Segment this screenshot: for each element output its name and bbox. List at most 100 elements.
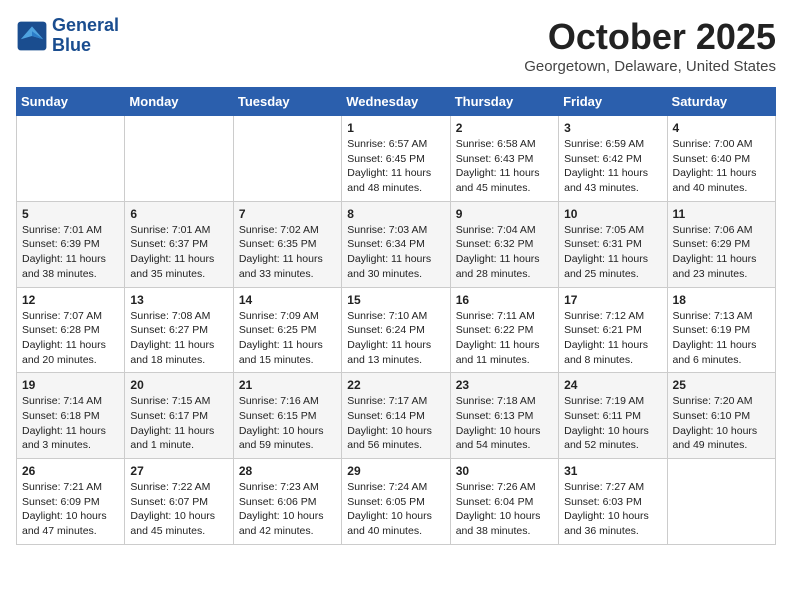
calendar-cell: 3Sunrise: 6:59 AM Sunset: 6:42 PM Daylig… — [559, 116, 667, 202]
calendar-cell: 12 Sunrise: 7:07 AM Sunset: 6:28 PM Dayli… — [17, 287, 125, 373]
day-info: Sunrise: 7:10 AM Sunset: 6:24 PM Dayligh… — [347, 309, 444, 368]
calendar-cell: 13 Sunrise: 7:08 AM Sunset: 6:27 PM Dayli… — [125, 287, 233, 373]
day-number: 5 — [22, 207, 119, 221]
day-number: 19 — [22, 378, 119, 392]
weekday-header-thursday: Thursday — [450, 88, 558, 116]
calendar-cell: 5 Sunrise: 7:01 AM Sunset: 6:39 PM Daylig… — [17, 201, 125, 287]
calendar-cell: 10 Sunrise: 7:05 AM Sunset: 6:31 PM Dayli… — [559, 201, 667, 287]
day-info: Sunrise: 7:22 AM Sunset: 6:07 PM Dayligh… — [130, 480, 227, 539]
day-number: 4 — [673, 121, 770, 135]
day-number: 16 — [456, 293, 553, 307]
calendar-cell: 18 Sunrise: 7:13 AM Sunset: 6:19 PM Dayli… — [667, 287, 775, 373]
day-number: 8 — [347, 207, 444, 221]
title-block: October 2025 Georgetown, Delaware, Unite… — [524, 16, 776, 75]
calendar-cell: 31Sunrise: 7:27 AM Sunset: 6:03 PM Dayli… — [559, 459, 667, 545]
calendar-cell: 26 Sunrise: 7:21 AM Sunset: 6:09 PM Dayli… — [17, 459, 125, 545]
day-number: 11 — [673, 207, 770, 221]
day-info: Sunrise: 6:57 AM Sunset: 6:45 PM Dayligh… — [347, 137, 444, 196]
calendar-cell: 22 Sunrise: 7:17 AM Sunset: 6:14 PM Dayli… — [342, 373, 450, 459]
calendar-cell: 4 Sunrise: 7:00 AM Sunset: 6:40 PM Daylig… — [667, 116, 775, 202]
day-info: Sunrise: 7:08 AM Sunset: 6:27 PM Dayligh… — [130, 309, 227, 368]
day-number: 12 — [22, 293, 119, 307]
day-number: 13 — [130, 293, 227, 307]
weekday-header-row: SundayMondayTuesdayWednesdayThursdayFrid… — [17, 88, 776, 116]
page-header: General Blue October 2025 Georgetown, De… — [16, 16, 776, 75]
day-number: 3 — [564, 121, 661, 135]
day-info: Sunrise: 7:19 AM Sunset: 6:11 PM Dayligh… — [564, 394, 661, 453]
day-number: 24 — [564, 378, 661, 392]
day-info: Sunrise: 7:01 AM Sunset: 6:39 PM Dayligh… — [22, 223, 119, 282]
calendar-table: SundayMondayTuesdayWednesdayThursdayFrid… — [16, 87, 776, 545]
day-info: Sunrise: 7:01 AM Sunset: 6:37 PM Dayligh… — [130, 223, 227, 282]
week-row-4: 19Sunrise: 7:14 AM Sunset: 6:18 PM Dayli… — [17, 373, 776, 459]
day-number: 1 — [347, 121, 444, 135]
calendar-cell: 21Sunrise: 7:16 AM Sunset: 6:15 PM Dayli… — [233, 373, 341, 459]
day-info: Sunrise: 7:00 AM Sunset: 6:40 PM Dayligh… — [673, 137, 770, 196]
weekday-header-tuesday: Tuesday — [233, 88, 341, 116]
calendar-cell: 25 Sunrise: 7:20 AM Sunset: 6:10 PM Dayli… — [667, 373, 775, 459]
weekday-header-saturday: Saturday — [667, 88, 775, 116]
day-number: 21 — [239, 378, 336, 392]
location: Georgetown, Delaware, United States — [524, 58, 776, 75]
month-title: October 2025 — [524, 16, 776, 58]
day-info: Sunrise: 7:17 AM Sunset: 6:14 PM Dayligh… — [347, 394, 444, 453]
day-number: 28 — [239, 464, 336, 478]
day-info: Sunrise: 7:24 AM Sunset: 6:05 PM Dayligh… — [347, 480, 444, 539]
calendar-cell: 20 Sunrise: 7:15 AM Sunset: 6:17 PM Dayli… — [125, 373, 233, 459]
day-info: Sunrise: 7:03 AM Sunset: 6:34 PM Dayligh… — [347, 223, 444, 282]
day-info: Sunrise: 7:04 AM Sunset: 6:32 PM Dayligh… — [456, 223, 553, 282]
day-info: Sunrise: 7:18 AM Sunset: 6:13 PM Dayligh… — [456, 394, 553, 453]
day-info: Sunrise: 7:02 AM Sunset: 6:35 PM Dayligh… — [239, 223, 336, 282]
week-row-1: 1 Sunrise: 6:57 AM Sunset: 6:45 PM Daylig… — [17, 116, 776, 202]
day-info: Sunrise: 7:15 AM Sunset: 6:17 PM Dayligh… — [130, 394, 227, 453]
day-number: 6 — [130, 207, 227, 221]
calendar-cell: 23 Sunrise: 7:18 AM Sunset: 6:13 PM Dayli… — [450, 373, 558, 459]
day-info: Sunrise: 7:12 AM Sunset: 6:21 PM Dayligh… — [564, 309, 661, 368]
day-info: Sunrise: 7:13 AM Sunset: 6:19 PM Dayligh… — [673, 309, 770, 368]
day-number: 23 — [456, 378, 553, 392]
calendar-cell: 28Sunrise: 7:23 AM Sunset: 6:06 PM Dayli… — [233, 459, 341, 545]
day-number: 20 — [130, 378, 227, 392]
day-number: 2 — [456, 121, 553, 135]
week-row-2: 5 Sunrise: 7:01 AM Sunset: 6:39 PM Daylig… — [17, 201, 776, 287]
calendar-cell: 7Sunrise: 7:02 AM Sunset: 6:35 PM Daylig… — [233, 201, 341, 287]
calendar-cell — [17, 116, 125, 202]
calendar-cell: 8 Sunrise: 7:03 AM Sunset: 6:34 PM Daylig… — [342, 201, 450, 287]
day-info: Sunrise: 7:11 AM Sunset: 6:22 PM Dayligh… — [456, 309, 553, 368]
day-number: 26 — [22, 464, 119, 478]
calendar-cell: 19Sunrise: 7:14 AM Sunset: 6:18 PM Dayli… — [17, 373, 125, 459]
calendar-cell — [125, 116, 233, 202]
day-info: Sunrise: 6:58 AM Sunset: 6:43 PM Dayligh… — [456, 137, 553, 196]
day-number: 22 — [347, 378, 444, 392]
day-info: Sunrise: 7:21 AM Sunset: 6:09 PM Dayligh… — [22, 480, 119, 539]
weekday-header-friday: Friday — [559, 88, 667, 116]
calendar-cell: 30Sunrise: 7:26 AM Sunset: 6:04 PM Dayli… — [450, 459, 558, 545]
day-info: Sunrise: 7:27 AM Sunset: 6:03 PM Dayligh… — [564, 480, 661, 539]
calendar-cell: 14 Sunrise: 7:09 AM Sunset: 6:25 PM Dayli… — [233, 287, 341, 373]
weekday-header-monday: Monday — [125, 88, 233, 116]
calendar-cell — [233, 116, 341, 202]
calendar-cell: 27 Sunrise: 7:22 AM Sunset: 6:07 PM Dayli… — [125, 459, 233, 545]
day-number: 9 — [456, 207, 553, 221]
day-info: Sunrise: 7:20 AM Sunset: 6:10 PM Dayligh… — [673, 394, 770, 453]
day-number: 14 — [239, 293, 336, 307]
day-number: 30 — [456, 464, 553, 478]
calendar-cell: 9 Sunrise: 7:04 AM Sunset: 6:32 PM Daylig… — [450, 201, 558, 287]
day-number: 17 — [564, 293, 661, 307]
day-info: Sunrise: 7:05 AM Sunset: 6:31 PM Dayligh… — [564, 223, 661, 282]
calendar-cell: 1 Sunrise: 6:57 AM Sunset: 6:45 PM Daylig… — [342, 116, 450, 202]
calendar-cell: 2 Sunrise: 6:58 AM Sunset: 6:43 PM Daylig… — [450, 116, 558, 202]
week-row-3: 12 Sunrise: 7:07 AM Sunset: 6:28 PM Dayli… — [17, 287, 776, 373]
logo-text: General Blue — [52, 16, 119, 56]
day-info: Sunrise: 7:06 AM Sunset: 6:29 PM Dayligh… — [673, 223, 770, 282]
day-number: 15 — [347, 293, 444, 307]
day-number: 25 — [673, 378, 770, 392]
day-number: 18 — [673, 293, 770, 307]
day-number: 10 — [564, 207, 661, 221]
weekday-header-sunday: Sunday — [17, 88, 125, 116]
calendar-cell: 17 Sunrise: 7:12 AM Sunset: 6:21 PM Dayli… — [559, 287, 667, 373]
day-number: 27 — [130, 464, 227, 478]
day-info: Sunrise: 7:07 AM Sunset: 6:28 PM Dayligh… — [22, 309, 119, 368]
logo: General Blue — [16, 16, 119, 56]
day-info: Sunrise: 7:09 AM Sunset: 6:25 PM Dayligh… — [239, 309, 336, 368]
